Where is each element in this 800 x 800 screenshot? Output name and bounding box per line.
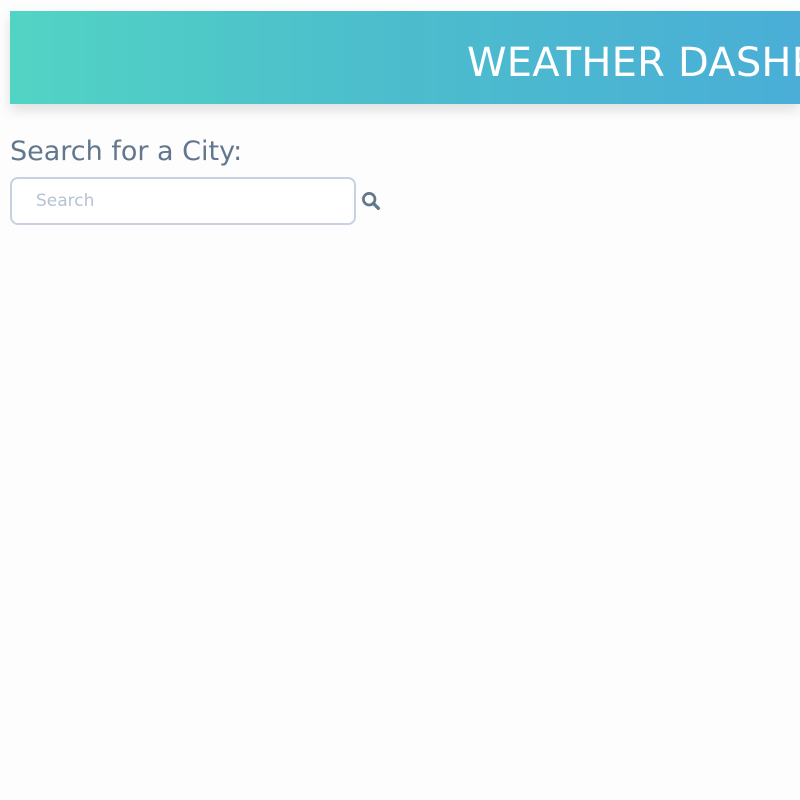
search-button[interactable]	[359, 190, 383, 214]
page-title: WEATHER DASHBOARD	[467, 40, 800, 86]
dashboard-header: WEATHER DASHBOARD	[10, 11, 800, 104]
search-icon	[362, 192, 380, 210]
search-label: Search for a City:	[10, 136, 243, 167]
search-input[interactable]	[10, 177, 356, 225]
